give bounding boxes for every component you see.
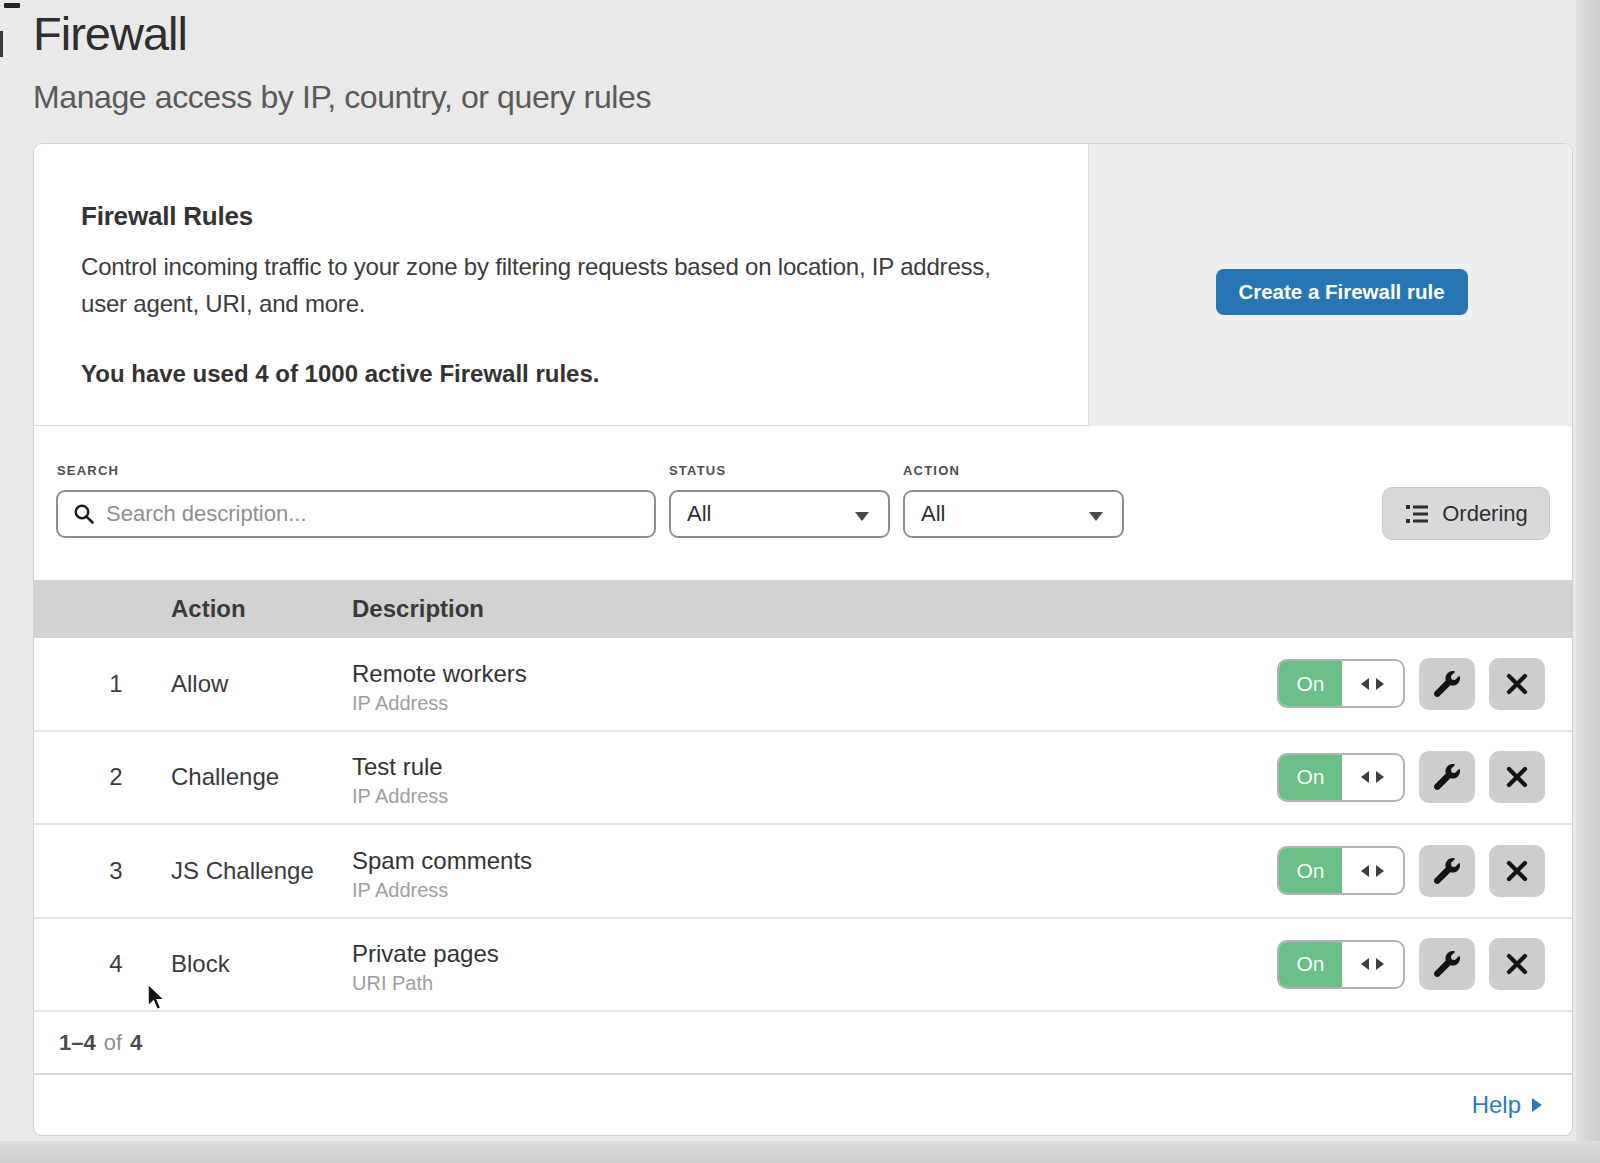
chevron-down-icon xyxy=(1089,512,1103,521)
ordering-button-label: Ordering xyxy=(1442,501,1528,527)
rule-action: Challenge xyxy=(171,763,279,791)
rule-match-type: IP Address xyxy=(352,879,532,902)
rule-enabled-toggle[interactable]: On xyxy=(1277,659,1405,708)
pagination-of-label: of xyxy=(96,1030,130,1056)
action-label: ACTION xyxy=(903,463,960,478)
close-icon xyxy=(1505,672,1529,696)
usage-summary: You have used 4 of 1000 active Firewall … xyxy=(81,360,599,388)
rule-priority: 3 xyxy=(98,857,134,885)
rule-action: JS Challenge xyxy=(171,857,314,885)
status-label: STATUS xyxy=(669,463,726,478)
rule-description: Private pages xyxy=(352,940,499,968)
create-firewall-rule-button[interactable]: Create a Firewall rule xyxy=(1216,269,1468,315)
rule-enabled-toggle[interactable]: On xyxy=(1277,846,1405,895)
card-description: Control incoming traffic to your zone by… xyxy=(81,248,1033,322)
pagination-range: 1–4 xyxy=(59,1030,96,1056)
action-select[interactable]: All xyxy=(903,490,1124,538)
search-input[interactable] xyxy=(106,501,654,527)
toggle-arrows-icon xyxy=(1342,755,1403,800)
toggle-on-label: On xyxy=(1279,661,1342,706)
mouse-cursor xyxy=(144,982,172,1014)
toggle-on-label: On xyxy=(1279,848,1342,893)
edit-rule-button[interactable] xyxy=(1419,751,1475,803)
help-row: Help xyxy=(34,1075,1572,1134)
pagination-total: 4 xyxy=(130,1030,142,1056)
firewall-rule-row: 3 JS Challenge Spam comments IP Address … xyxy=(34,825,1572,919)
delete-rule-button[interactable] xyxy=(1489,845,1545,897)
firewall-rules-card: Firewall Rules Control incoming traffic … xyxy=(33,143,1573,1136)
rule-priority: 1 xyxy=(98,670,134,698)
toggle-arrows-icon xyxy=(1342,942,1403,987)
column-header-description: Description xyxy=(352,595,484,623)
rule-priority: 4 xyxy=(98,950,134,978)
delete-rule-button[interactable] xyxy=(1489,751,1545,803)
rule-description: Test rule xyxy=(352,753,448,781)
close-icon xyxy=(1505,952,1529,976)
window-edge-bottom xyxy=(0,1141,1600,1163)
arrow-right-icon xyxy=(1530,1096,1544,1114)
toggle-on-label: On xyxy=(1279,755,1342,800)
window-edge-right xyxy=(1576,0,1600,1163)
table-header: Action Description xyxy=(34,580,1572,638)
rule-controls: On xyxy=(1277,751,1545,803)
search-box[interactable] xyxy=(56,490,656,538)
toggle-on-label: On xyxy=(1279,942,1342,987)
rule-match-type: IP Address xyxy=(352,692,527,715)
ordering-button[interactable]: Ordering xyxy=(1382,487,1550,540)
rule-priority: 2 xyxy=(98,763,134,791)
delete-rule-button[interactable] xyxy=(1489,658,1545,710)
edit-rule-button[interactable] xyxy=(1419,845,1475,897)
help-link-label: Help xyxy=(1472,1091,1521,1119)
card-title: Firewall Rules xyxy=(81,201,253,232)
firewall-rule-row: 2 Challenge Test rule IP Address On xyxy=(34,732,1572,826)
close-icon xyxy=(1505,765,1529,789)
close-icon xyxy=(1505,859,1529,883)
rule-action: Allow xyxy=(171,670,228,698)
toggle-arrows-icon xyxy=(1342,661,1403,706)
page-title: Firewall xyxy=(33,6,187,61)
wrench-icon xyxy=(1434,764,1460,790)
rule-controls: On xyxy=(1277,658,1545,710)
delete-rule-button[interactable] xyxy=(1489,938,1545,990)
rule-description: Remote workers xyxy=(352,660,527,688)
rule-enabled-toggle[interactable]: On xyxy=(1277,753,1405,802)
status-select-value: All xyxy=(687,501,711,527)
wrench-icon xyxy=(1434,951,1460,977)
action-select-value: All xyxy=(921,501,945,527)
screen-artifact xyxy=(4,3,20,8)
table-body: 1 Allow Remote workers IP Address On 2 C… xyxy=(34,638,1572,1012)
card-header-side-panel: Create a Firewall rule xyxy=(1088,144,1572,426)
screen-artifact xyxy=(0,31,3,57)
wrench-icon xyxy=(1434,858,1460,884)
firewall-rule-row: 4 Block Private pages URI Path On xyxy=(34,919,1572,1013)
help-link[interactable]: Help xyxy=(1472,1091,1544,1119)
page-subtitle: Manage access by IP, country, or query r… xyxy=(33,79,651,116)
wrench-icon xyxy=(1434,671,1460,697)
chevron-down-icon xyxy=(855,512,869,521)
rule-match-type: URI Path xyxy=(352,972,499,995)
rule-controls: On xyxy=(1277,938,1545,990)
rule-controls: On xyxy=(1277,845,1545,897)
filter-bar: SEARCH STATUS ACTION All All Ordering xyxy=(34,426,1572,580)
search-label: SEARCH xyxy=(57,463,119,478)
firewall-rule-row: 1 Allow Remote workers IP Address On xyxy=(34,638,1572,732)
rule-enabled-toggle[interactable]: On xyxy=(1277,940,1405,989)
status-select[interactable]: All xyxy=(669,490,890,538)
pagination-row: 1–4 of 4 xyxy=(34,1012,1572,1075)
edit-rule-button[interactable] xyxy=(1419,938,1475,990)
rule-description: Spam comments xyxy=(352,847,532,875)
column-header-action: Action xyxy=(171,595,246,623)
search-icon xyxy=(72,502,96,526)
ordered-list-icon xyxy=(1404,501,1430,527)
rule-action: Block xyxy=(171,950,230,978)
rule-match-type: IP Address xyxy=(352,785,448,808)
edit-rule-button[interactable] xyxy=(1419,658,1475,710)
toggle-arrows-icon xyxy=(1342,848,1403,893)
card-header: Firewall Rules Control incoming traffic … xyxy=(34,144,1572,426)
